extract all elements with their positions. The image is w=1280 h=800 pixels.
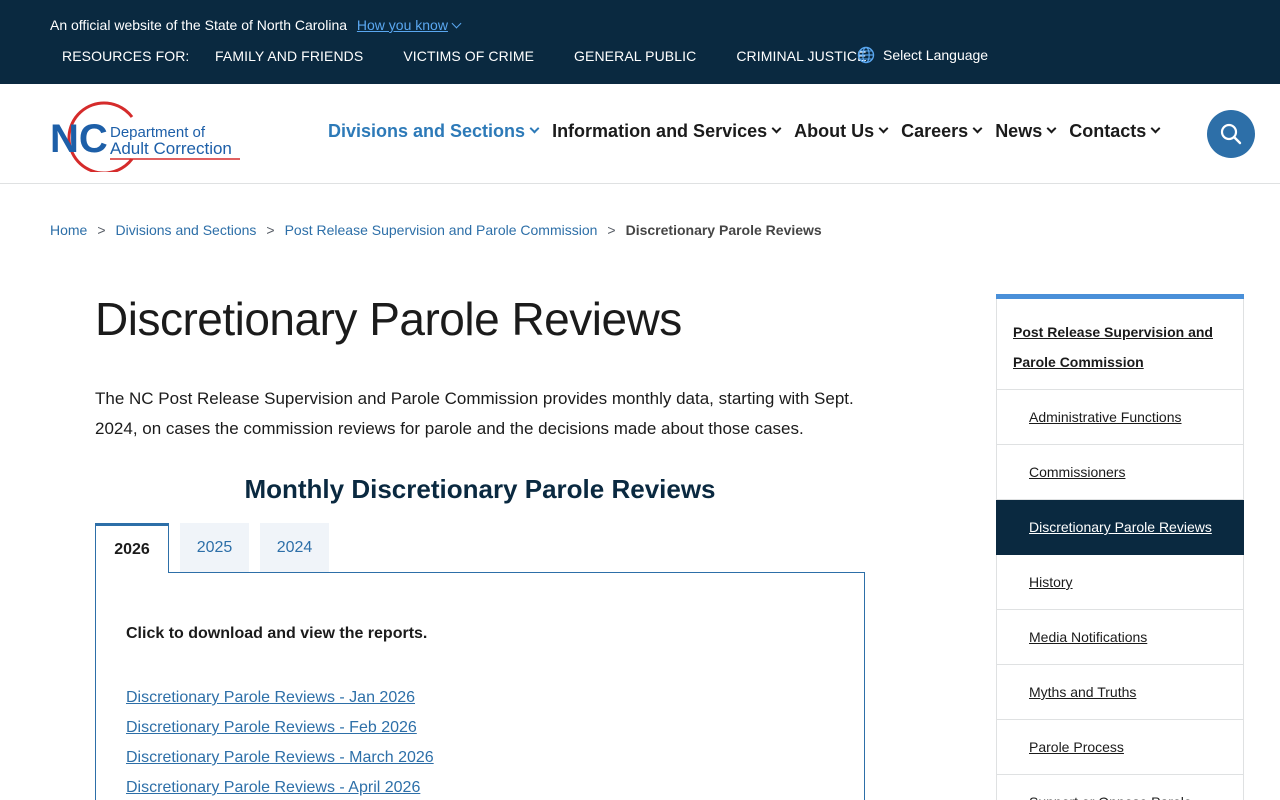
chevron-down-icon — [771, 123, 782, 134]
resource-link-victims-of-crime[interactable]: VICTIMS OF CRIME — [403, 48, 534, 64]
sidebar-item-history[interactable]: History — [996, 555, 1244, 610]
breadcrumb: Home > Divisions and Sections > Post Rel… — [50, 222, 822, 238]
breadcrumb-post-release-commission[interactable]: Post Release Supervision and Parole Comm… — [285, 222, 598, 238]
nav-label: News — [995, 121, 1043, 141]
report-link-march-2026[interactable]: Discretionary Parole Reviews - March 202… — [126, 749, 434, 766]
section-heading: Monthly Discretionary Parole Reviews — [244, 474, 716, 504]
sidebar-item-parole-process[interactable]: Parole Process — [996, 720, 1244, 775]
chevron-down-icon — [451, 18, 462, 29]
chevron-down-icon — [1150, 123, 1161, 134]
breadcrumb-separator: > — [607, 222, 616, 238]
nav-label: Careers — [901, 121, 969, 141]
svg-text:NC: NC — [50, 117, 108, 161]
chevron-down-icon — [529, 123, 540, 134]
official-website-text: An official website of the State of Nort… — [50, 17, 348, 33]
how-you-know-label: How you know — [356, 17, 448, 33]
language-selector[interactable]: Select Language — [857, 46, 988, 64]
sidebar-nav: Post Release Supervision and Parole Comm… — [996, 294, 1244, 800]
tab-panel-2026: Click to download and view the reports. … — [95, 572, 865, 800]
search-button[interactable] — [1207, 110, 1255, 158]
chevron-down-icon — [1046, 123, 1057, 134]
breadcrumb-current: Discretionary Parole Reviews — [625, 222, 822, 238]
nav-label: Divisions and Sections — [328, 121, 526, 141]
breadcrumb-home[interactable]: Home — [50, 222, 87, 238]
how-you-know-link[interactable]: How you know — [356, 17, 462, 33]
report-link-jan-2026[interactable]: Discretionary Parole Reviews - Jan 2026 — [126, 689, 415, 706]
nav-contacts[interactable]: Contacts — [1069, 121, 1161, 142]
chevron-down-icon — [972, 123, 983, 134]
resource-link-family-and-friends[interactable]: FAMILY AND FRIENDS — [215, 48, 363, 64]
svg-text:Adult Correction: Adult Correction — [110, 139, 232, 158]
report-list: Discretionary Parole Reviews - Jan 2026 … — [126, 683, 434, 800]
page-title: Discretionary Parole Reviews — [95, 293, 682, 345]
sidebar-item-discretionary-parole-reviews[interactable]: Discretionary Parole Reviews — [996, 500, 1244, 555]
nav-careers[interactable]: Careers — [901, 121, 983, 142]
tab-2026[interactable]: 2026 — [95, 523, 169, 573]
resource-link-criminal-justice[interactable]: CRIMINAL JUSTICE — [736, 48, 866, 64]
list-item: Discretionary Parole Reviews - Feb 2026 — [126, 713, 434, 743]
list-item: Discretionary Parole Reviews - Jan 2026 — [126, 683, 434, 713]
year-tabs: 2026 2025 2024 — [95, 523, 340, 573]
nav-divisions-and-sections[interactable]: Divisions and Sections — [328, 121, 540, 142]
intro-paragraph: The NC Post Release Supervision and Paro… — [95, 389, 854, 438]
tab-2025[interactable]: 2025 — [180, 523, 249, 573]
list-item: Discretionary Parole Reviews - March 202… — [126, 743, 434, 773]
nav-information-and-services[interactable]: Information and Services — [552, 121, 782, 142]
nav-label: About Us — [794, 121, 875, 141]
search-icon — [1220, 123, 1242, 145]
site-header: NC Department of Adult Correction Divisi… — [0, 84, 1280, 184]
report-link-feb-2026[interactable]: Discretionary Parole Reviews - Feb 2026 — [126, 719, 417, 736]
breadcrumb-separator: > — [266, 222, 275, 238]
main-nav: Divisions and Sections Information and S… — [328, 121, 1173, 142]
language-label: Select Language — [883, 47, 989, 63]
sidebar-item-myths-and-truths[interactable]: Myths and Truths — [996, 665, 1244, 720]
report-link-april-2026[interactable]: Discretionary Parole Reviews - April 202… — [126, 779, 420, 796]
resources-label: RESOURCES FOR: — [62, 48, 190, 64]
sidebar-item-commissioners[interactable]: Commissioners — [996, 445, 1244, 500]
official-website-notice: An official website of the State of Nort… — [50, 17, 462, 33]
sidebar-item-support-or-oppose-parole[interactable]: Support or Oppose Parole — [996, 775, 1244, 800]
breadcrumb-separator: > — [97, 222, 106, 238]
logo-graphic: NC Department of Adult Correction — [50, 101, 240, 175]
nc-dac-logo[interactable]: NC Department of Adult Correction — [50, 97, 245, 175]
nav-about-us[interactable]: About Us — [794, 121, 889, 142]
globe-icon — [857, 46, 875, 64]
resource-link-general-public[interactable]: GENERAL PUBLIC — [574, 48, 696, 64]
nav-label: Information and Services — [552, 121, 768, 141]
sidebar-parent-link[interactable]: Post Release Supervision and Parole Comm… — [996, 299, 1244, 390]
resources-bar: RESOURCES FOR: FAMILY AND FRIENDS VICTIM… — [62, 48, 907, 64]
nav-label: Contacts — [1069, 121, 1147, 141]
tab-2024[interactable]: 2024 — [260, 523, 329, 573]
gov-banner: An official website of the State of Nort… — [0, 0, 1280, 84]
breadcrumb-divisions-and-sections[interactable]: Divisions and Sections — [116, 222, 257, 238]
panel-instruction: Click to download and view the reports. — [126, 625, 428, 642]
sidebar-item-administrative-functions[interactable]: Administrative Functions — [996, 390, 1244, 445]
list-item: Discretionary Parole Reviews - April 202… — [126, 773, 434, 800]
nav-news[interactable]: News — [995, 121, 1057, 142]
sidebar-item-media-notifications[interactable]: Media Notifications — [996, 610, 1244, 665]
chevron-down-icon — [878, 123, 889, 134]
